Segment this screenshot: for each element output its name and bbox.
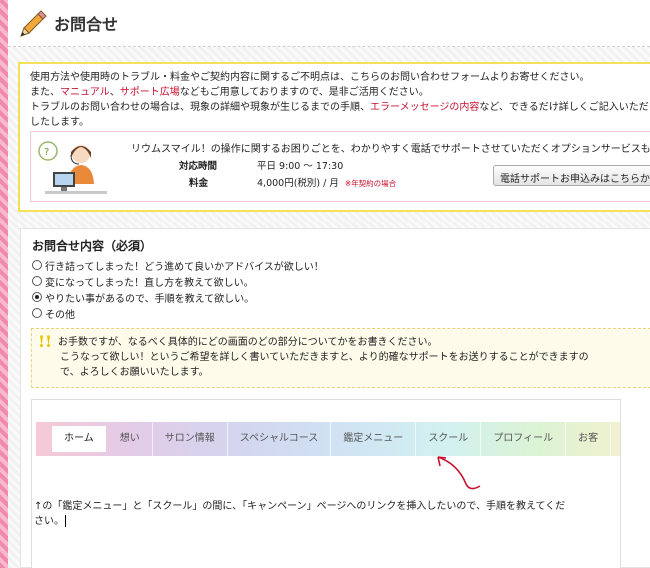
phone-support-box: ? リウムスマイル！の操作に関するお困りごとを、わかりやすく電話でサポートさせて… (30, 131, 650, 202)
text-caret (65, 515, 66, 527)
exclamation-icon: !! (38, 332, 53, 351)
support-service-text: リウムスマイル！の操作に関するお困りごとを、わかりやすく電話でサポートさせていた… (131, 144, 650, 155)
writing-hint-box: !! お手数ですが、なるべく具体的にどの画面のどの部分についてかをお書きください… (31, 328, 650, 388)
nav-appraisal-menu: 鑑定メニュー (331, 422, 417, 456)
info-line-2: また、マニュアル、サポート広場などもご用意しておりますので、是非ご活用ください。 (30, 87, 429, 98)
pasted-site-nav-screenshot: ホーム 想い サロン情報 スペシャルコース 鑑定メニュー スクール プロフィール… (36, 422, 620, 456)
info-line-3: トラブルのお問い合わせの場合は、現象の詳細や現象が生じるまでの手順、エラーメッセ… (30, 102, 650, 113)
nav-omoi: 想い (108, 422, 153, 456)
page-title: お問合せ (54, 15, 119, 34)
nav-home: ホーム (52, 426, 106, 452)
error-message-link[interactable]: エラーメッセージの内容 (370, 102, 479, 113)
hours-label: 対応時間 (179, 161, 218, 172)
inquiry-form: お問合せ内容（必須） 行き詰ってしまった！どう進めて良いかアドバイスが欲しい！ … (20, 228, 650, 568)
radio-button[interactable] (32, 308, 42, 318)
info-box: 使用方法や使用時のトラブル・料金やご契約内容に関するご不明点は、こちらのお問い合… (18, 62, 650, 212)
red-arrow-annotation (437, 456, 481, 490)
annual-contract-note: ※年契約の場合 (344, 179, 397, 188)
info-line-4: したします。 (30, 117, 89, 128)
inquiry-type-options: 行き詰ってしまった！どう進めて良いかアドバイスが欲しい！ 変になってしまった！直… (32, 257, 324, 321)
svg-text:?: ? (44, 147, 49, 158)
hint-text: お手数ですが、なるべく具体的にどの画面のどの部分についてかをお書きください。 こ… (58, 337, 589, 378)
fee-value: 4,000円(税別) / 月 ※年契約の場合 (257, 178, 397, 189)
support-operator-illustration: ? (38, 141, 107, 194)
hours-value: 平日 9:00 ～ 17:30 (257, 161, 344, 172)
manual-link[interactable]: マニュアル (60, 87, 110, 98)
inquiry-option-other[interactable]: その他 (32, 305, 324, 321)
inquiry-type-heading: お問合せ内容（必須） (32, 239, 153, 253)
phone-support-apply-button[interactable]: 電話サポートお申込みはこちらから (493, 165, 650, 186)
nav-profile: プロフィール (481, 422, 567, 456)
inquiry-textarea[interactable]: ホーム 想い サロン情報 スペシャルコース 鑑定メニュー スクール プロフィール… (31, 399, 621, 568)
radio-button-selected[interactable] (32, 292, 42, 302)
inquiry-option-advice[interactable]: 行き詰ってしまった！どう進めて良いかアドバイスが欲しい！ (32, 257, 324, 273)
page-header: お問合せ (8, 0, 650, 47)
radio-button[interactable] (32, 276, 42, 286)
inquiry-option-howto[interactable]: やりたい事があるので、手順を教えて欲しい。 (32, 289, 324, 305)
inquiry-text: ↑の「鑑定メニュー」と「スクール」の間に、「キャンペーン」ページへのリンクを挿入… (34, 501, 566, 527)
inquiry-option-fix[interactable]: 変になってしまった！直し方を教えて欲しい。 (32, 273, 324, 289)
pencil-icon (20, 10, 47, 37)
nav-special-course: スペシャルコース (228, 422, 332, 456)
support-square-link[interactable]: サポート広場 (120, 87, 180, 98)
nav-customer: お客 (566, 422, 612, 456)
radio-button[interactable] (32, 260, 42, 270)
info-line-1: 使用方法や使用時のトラブル・料金やご契約内容に関するご不明点は、こちらのお問い合… (30, 72, 590, 83)
nav-school: スクール (416, 422, 482, 456)
fee-label: 料金 (189, 178, 209, 189)
nav-salon-info: サロン情報 (153, 422, 228, 456)
